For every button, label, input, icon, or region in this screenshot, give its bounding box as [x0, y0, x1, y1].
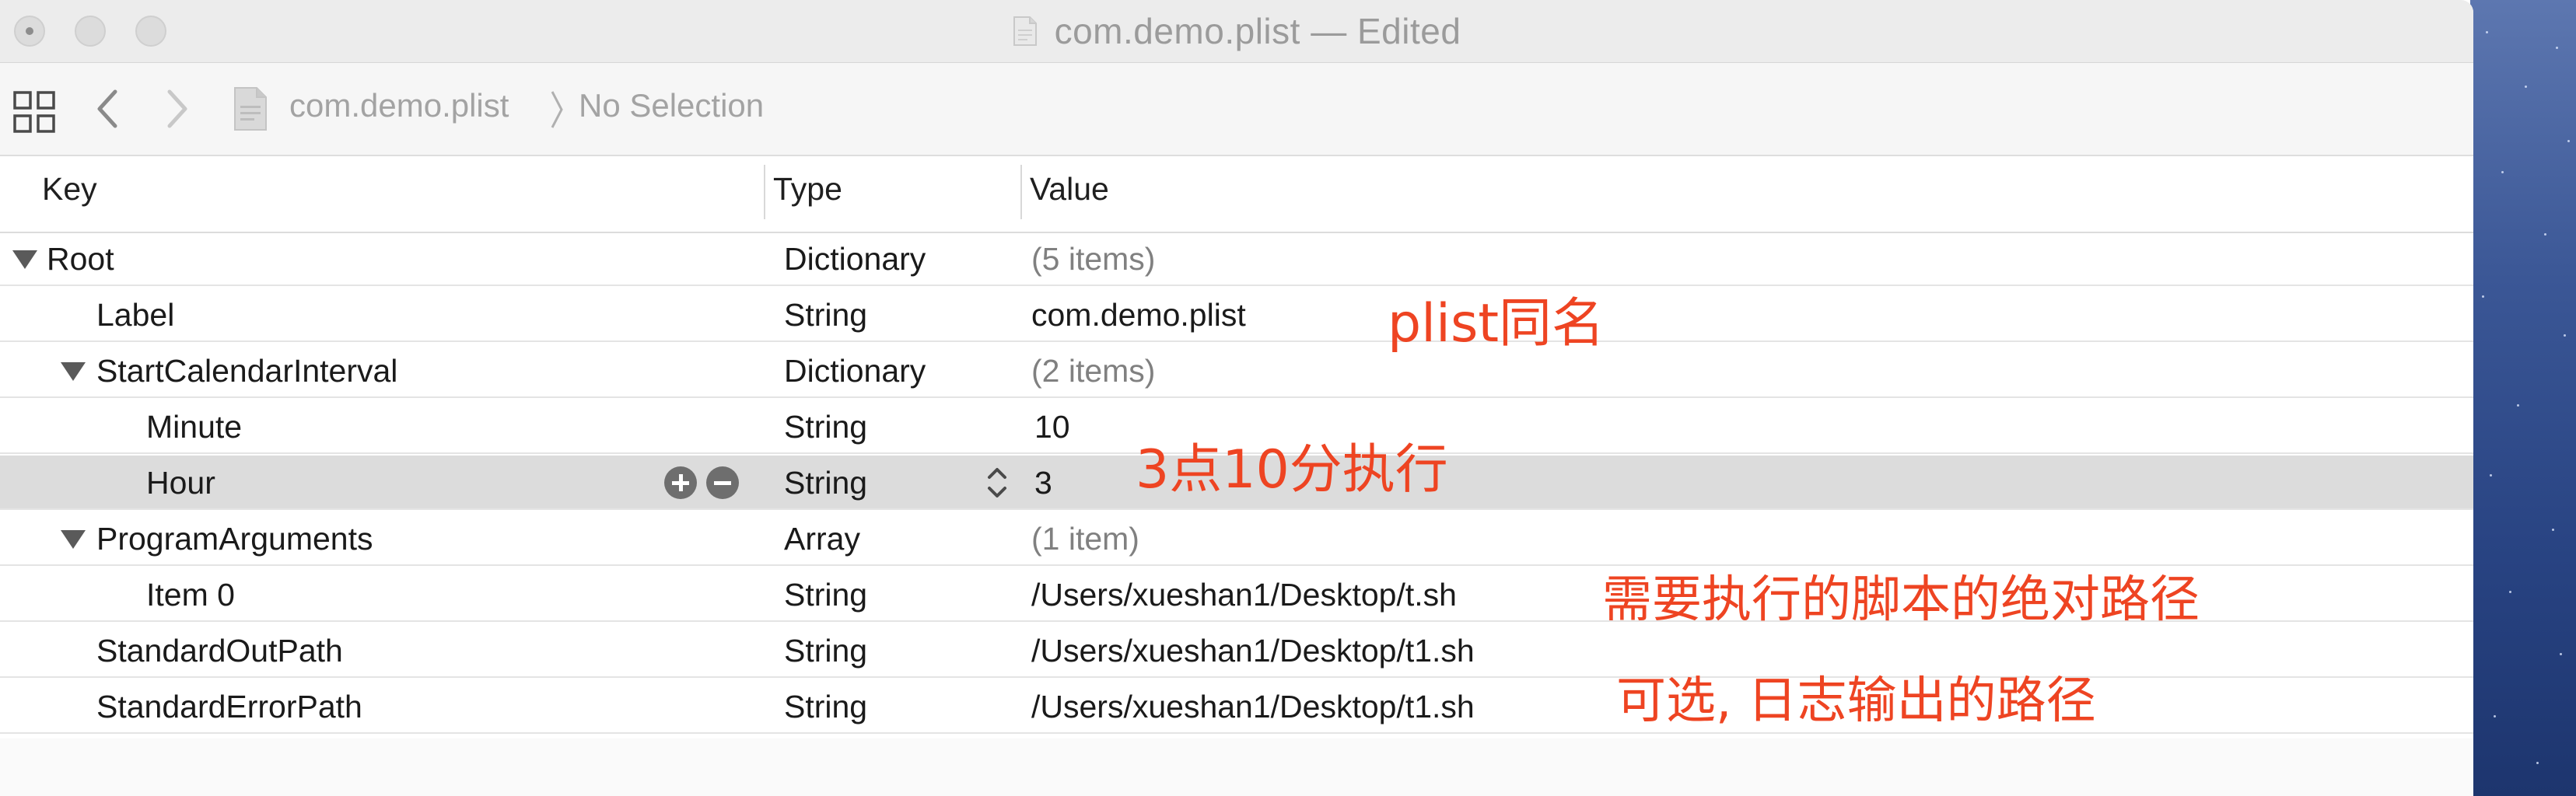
desktop-wallpaper: [2470, 0, 2576, 796]
row-key[interactable]: Label: [96, 288, 174, 342]
plist-document-icon: [1013, 16, 1037, 46]
row-type[interactable]: String: [784, 623, 867, 678]
add-row-icon[interactable]: [664, 466, 697, 499]
row-type[interactable]: Dictionary: [784, 232, 926, 286]
title-bar: com.demo.plist — Edited: [0, 0, 2473, 63]
row-key: Root: [47, 241, 114, 277]
breadcrumb-selection[interactable]: No Selection: [579, 87, 764, 124]
column-header-type[interactable]: Type: [773, 171, 842, 208]
row-type[interactable]: String: [784, 288, 867, 342]
plist-document-icon: [234, 87, 267, 131]
row-key[interactable]: StandardOutPath: [96, 623, 343, 678]
row-type[interactable]: String: [784, 400, 867, 454]
empty-table-area: [0, 738, 2473, 796]
annotation-label-note: plist同名: [1388, 293, 1605, 354]
table-row[interactable]: Root Dictionary (5 items): [0, 232, 2473, 286]
window-title: com.demo.plist — Edited: [1054, 11, 1461, 51]
disclosure-triangle-icon[interactable]: [61, 530, 86, 549]
row-value: (2 items): [1031, 353, 1156, 389]
row-type[interactable]: Array: [784, 511, 860, 566]
table-row[interactable]: StandardErrorPath String /Users/xueshan1…: [0, 679, 2473, 734]
grid-view-icon[interactable]: [12, 90, 56, 134]
forward-chevron-icon[interactable]: [162, 86, 193, 132]
row-value[interactable]: /Users/xueshan1/Desktop/t.sh: [1031, 567, 1457, 622]
plist-editor-window: com.demo.plist — Edited com.demo.plist N…: [0, 0, 2473, 796]
column-header-value[interactable]: Value: [1030, 171, 1109, 208]
table-header: [0, 157, 2473, 233]
row-type[interactable]: Dictionary: [784, 344, 926, 398]
disclosure-triangle-icon[interactable]: [12, 250, 37, 269]
row-value[interactable]: /Users/xueshan1/Desktop/t1.sh: [1031, 679, 1475, 734]
row-key[interactable]: StartCalendarInterval: [96, 344, 397, 398]
remove-row-icon[interactable]: [706, 466, 739, 499]
annotation-script-note: 需要执行的脚本的绝对路径: [1602, 571, 2200, 629]
table-row[interactable]: StartCalendarInterval Dictionary (2 item…: [0, 344, 2473, 398]
disclosure-triangle-icon[interactable]: [61, 362, 86, 381]
row-key[interactable]: Hour: [146, 456, 215, 510]
row-key[interactable]: Minute: [146, 400, 242, 454]
row-type[interactable]: String: [784, 567, 867, 622]
row-key: Item 0: [146, 577, 235, 613]
row-value: (1 item): [1031, 521, 1139, 557]
table-row[interactable]: Label String com.demo.plist: [0, 288, 2473, 342]
annotation-time-note: 3点10分执行: [1136, 439, 1448, 501]
back-chevron-icon[interactable]: [92, 86, 123, 132]
column-divider[interactable]: [1020, 165, 1022, 219]
column-divider[interactable]: [764, 165, 765, 219]
column-header-key[interactable]: Key: [42, 171, 97, 208]
table-row[interactable]: StandardOutPath String /Users/xueshan1/D…: [0, 623, 2473, 678]
row-value: (5 items): [1031, 241, 1156, 277]
table-row[interactable]: ProgramArguments Array (1 item): [0, 511, 2473, 566]
row-value[interactable]: /Users/xueshan1/Desktop/t1.sh: [1031, 623, 1475, 678]
row-value[interactable]: com.demo.plist: [1031, 288, 1246, 342]
row-value[interactable]: 3: [1034, 456, 1052, 510]
breadcrumb-file[interactable]: com.demo.plist: [289, 87, 509, 124]
row-key[interactable]: StandardErrorPath: [96, 679, 362, 734]
row-key[interactable]: ProgramArguments: [96, 511, 373, 566]
annotation-log-note: 可选, 日志输出的路径: [1616, 672, 2096, 730]
row-value[interactable]: 10: [1034, 400, 1070, 454]
row-type[interactable]: String: [784, 456, 867, 510]
path-separator-icon: [551, 91, 563, 128]
type-stepper-icon[interactable]: [982, 460, 1013, 505]
row-type[interactable]: String: [784, 679, 867, 734]
